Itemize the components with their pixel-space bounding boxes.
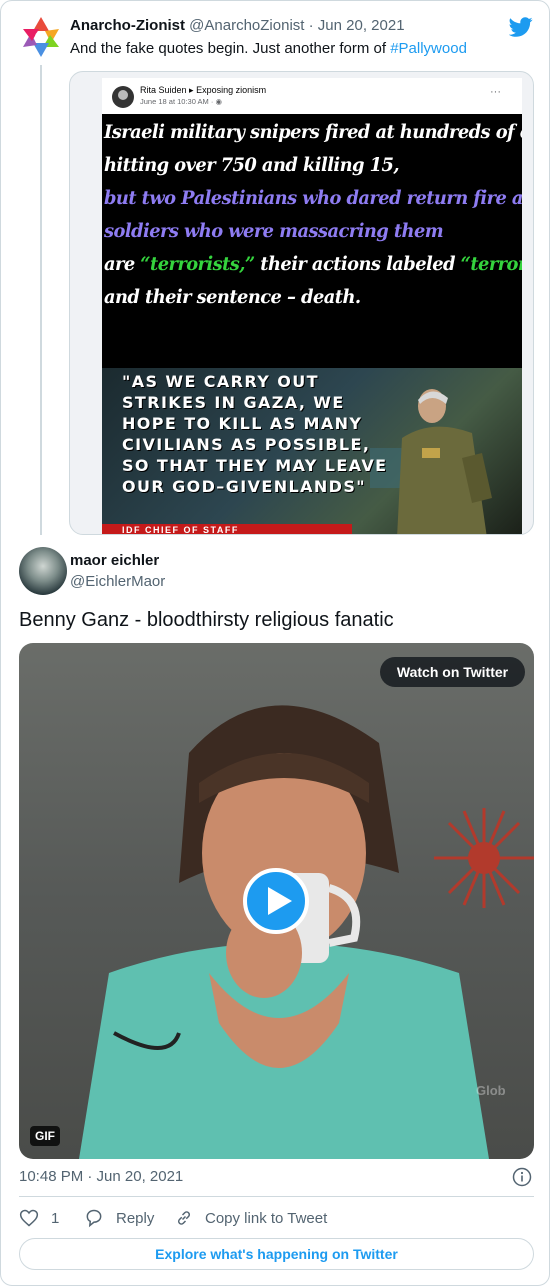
meme-fragment-highlight: “terror attacks” bbox=[460, 253, 522, 275]
meme-line: Israeli military snipers fired at hundre… bbox=[104, 121, 522, 143]
header-separator: · bbox=[308, 17, 314, 34]
reply-label: Reply bbox=[116, 1209, 155, 1227]
caption-text: IDF CHIEF OF STAFF bbox=[122, 525, 239, 535]
copy-link-button[interactable]: Copy link to Tweet bbox=[175, 1208, 327, 1228]
more-options-icon: ··· bbox=[490, 86, 501, 98]
facebook-author-name: Rita Suiden bbox=[140, 85, 187, 95]
parent-tweet-text: And the fake quotes begin. Just another … bbox=[70, 40, 467, 57]
quote-line: SO THAT THEY MAY LEAVE bbox=[122, 456, 388, 475]
tweet-embed-card: Anarcho-Zionist @AnarchoZionist · Jun 20… bbox=[0, 0, 550, 1286]
facebook-post-time: June 18 at 10:30 AM · ◉ bbox=[140, 97, 222, 106]
parent-tweet-image[interactable]: Rita Suiden ▸ Exposing zionism June 18 a… bbox=[69, 71, 534, 535]
maor-eichler-avatar[interactable] bbox=[19, 547, 67, 595]
caret-right-icon: ▸ bbox=[189, 85, 194, 95]
main-author-name[interactable]: maor eichler bbox=[70, 552, 159, 569]
reply-bubble-icon bbox=[86, 1209, 102, 1228]
person-in-uniform-figure bbox=[397, 389, 492, 534]
globe-icon: ◉ bbox=[215, 97, 223, 106]
meme-line-mixed: are “terrorists,” their actions labeled … bbox=[104, 253, 522, 275]
facebook-author-avatar bbox=[112, 86, 134, 108]
gif-watermark: Glob bbox=[476, 1083, 506, 1098]
facebook-time-text: June 18 at 10:30 AM · bbox=[140, 97, 216, 106]
meme-line: but two Palestinians who dared return fi… bbox=[104, 187, 522, 209]
meme-line: and their sentence – death. bbox=[104, 286, 361, 308]
facebook-group-name: Exposing zionism bbox=[196, 85, 267, 95]
meme-line: hitting over 750 and killing 15, bbox=[104, 154, 400, 176]
meme-line: soldiers who were massacring them bbox=[104, 220, 444, 242]
explore-twitter-button[interactable]: Explore what's happening on Twitter bbox=[19, 1238, 534, 1270]
parent-tweet-body: And the fake quotes begin. Just another … bbox=[70, 40, 391, 57]
meme-photo: "AS WE CARRY OUT STRIKES IN GAZA, WE HOP… bbox=[102, 368, 522, 535]
quote-line: "AS WE CARRY OUT bbox=[122, 372, 319, 391]
info-icon[interactable] bbox=[512, 1167, 532, 1187]
parent-author-handle[interactable]: @AnarchoZionist bbox=[189, 17, 304, 34]
quote-line: CIVILIANS AS POSSIBLE, bbox=[122, 435, 371, 454]
quote-line: STRIKES IN GAZA, WE bbox=[122, 393, 345, 412]
quote-line: OUR GOD–GIVENLANDS" bbox=[122, 477, 366, 496]
facebook-post-screenshot: Rita Suiden ▸ Exposing zionism June 18 a… bbox=[102, 78, 522, 535]
meme-fragment-highlight: “terrorists,” bbox=[140, 253, 255, 275]
gif-badge: GIF bbox=[30, 1126, 60, 1146]
twitter-bird-icon[interactable] bbox=[509, 15, 533, 39]
parent-tweet-header: Anarcho-Zionist @AnarchoZionist · Jun 20… bbox=[70, 17, 405, 34]
tweet-timestamp[interactable]: 10:48 PM · Jun 20, 2021 bbox=[19, 1168, 183, 1185]
actions-divider bbox=[19, 1196, 534, 1197]
heart-icon bbox=[19, 1209, 39, 1227]
play-icon bbox=[268, 887, 292, 915]
reply-button[interactable]: Reply bbox=[84, 1208, 154, 1228]
main-author-handle[interactable]: @EichlerMaor bbox=[70, 573, 165, 590]
like-button[interactable]: 1 bbox=[19, 1208, 59, 1228]
thread-connector-line bbox=[40, 65, 42, 535]
anarcho-zionist-avatar[interactable] bbox=[19, 15, 63, 59]
copy-link-label: Copy link to Tweet bbox=[205, 1209, 328, 1227]
parent-author-name[interactable]: Anarcho-Zionist bbox=[70, 17, 185, 34]
like-count: 1 bbox=[51, 1209, 60, 1227]
parent-tweet-date[interactable]: Jun 20, 2021 bbox=[318, 17, 405, 34]
meme-fragment: their actions labeled bbox=[254, 253, 461, 275]
facebook-post-header: Rita Suiden ▸ Exposing zionism June 18 a… bbox=[102, 78, 522, 114]
pallywood-hashtag-link[interactable]: #Pallywood bbox=[390, 40, 467, 57]
quote-line: HOPE TO KILL AS MANY bbox=[122, 414, 363, 433]
main-tweet-text: Benny Ganz - bloodthirsty religious fana… bbox=[19, 609, 394, 631]
watch-on-twitter-button[interactable]: Watch on Twitter bbox=[380, 657, 525, 687]
meme-fragment: are bbox=[104, 253, 141, 275]
meme-image: Israeli military snipers fired at hundre… bbox=[102, 114, 522, 535]
facebook-author-line: Rita Suiden ▸ Exposing zionism bbox=[140, 85, 266, 96]
play-button[interactable] bbox=[243, 868, 309, 934]
link-icon bbox=[177, 1211, 191, 1225]
